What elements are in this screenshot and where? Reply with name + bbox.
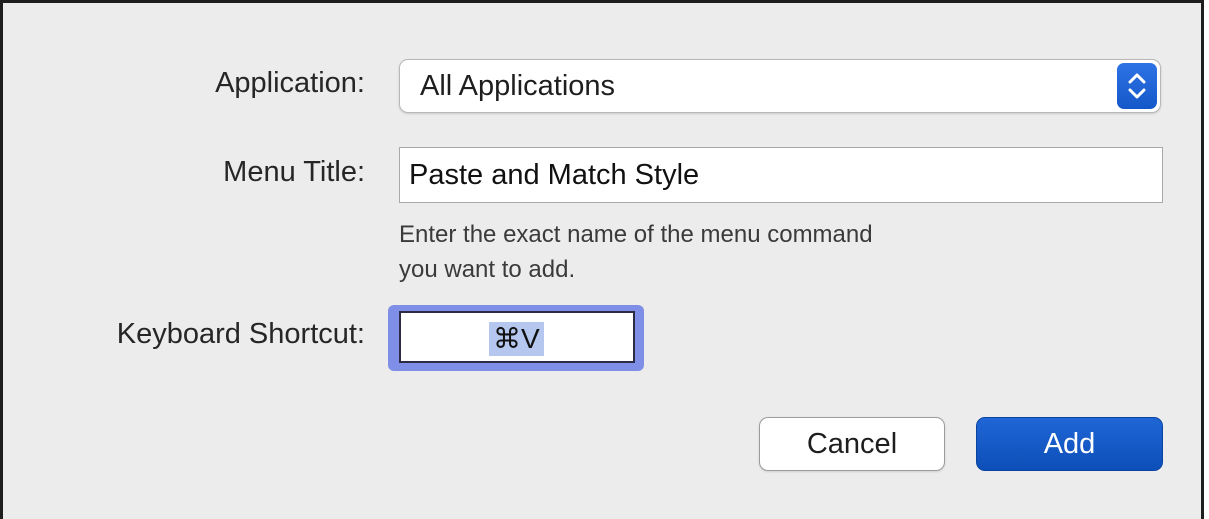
application-label: Application: — [215, 67, 365, 99]
menu-title-field[interactable]: Paste and Match Style — [399, 147, 1163, 203]
help-text-line-1: Enter the exact name of the menu command — [399, 221, 873, 248]
menu-title-label: Menu Title: — [223, 156, 365, 188]
add-button[interactable]: Add — [976, 417, 1163, 471]
menu-title-value: Paste and Match Style — [409, 159, 700, 191]
application-popup-value: All Applications — [420, 70, 616, 102]
add-shortcut-dialog: Application: All Applications Menu Title… — [0, 0, 1204, 519]
keyboard-shortcut-field[interactable]: ⌘V — [399, 311, 635, 363]
chevron-up-down-icon[interactable] — [1117, 63, 1157, 109]
cancel-button[interactable]: Cancel — [759, 417, 945, 471]
keyboard-shortcut-label: Keyboard Shortcut: — [116, 318, 365, 350]
application-popup[interactable]: All Applications — [399, 59, 1161, 113]
keyboard-shortcut-value: ⌘V — [489, 322, 544, 356]
help-text-line-2: you want to add. — [399, 256, 576, 283]
